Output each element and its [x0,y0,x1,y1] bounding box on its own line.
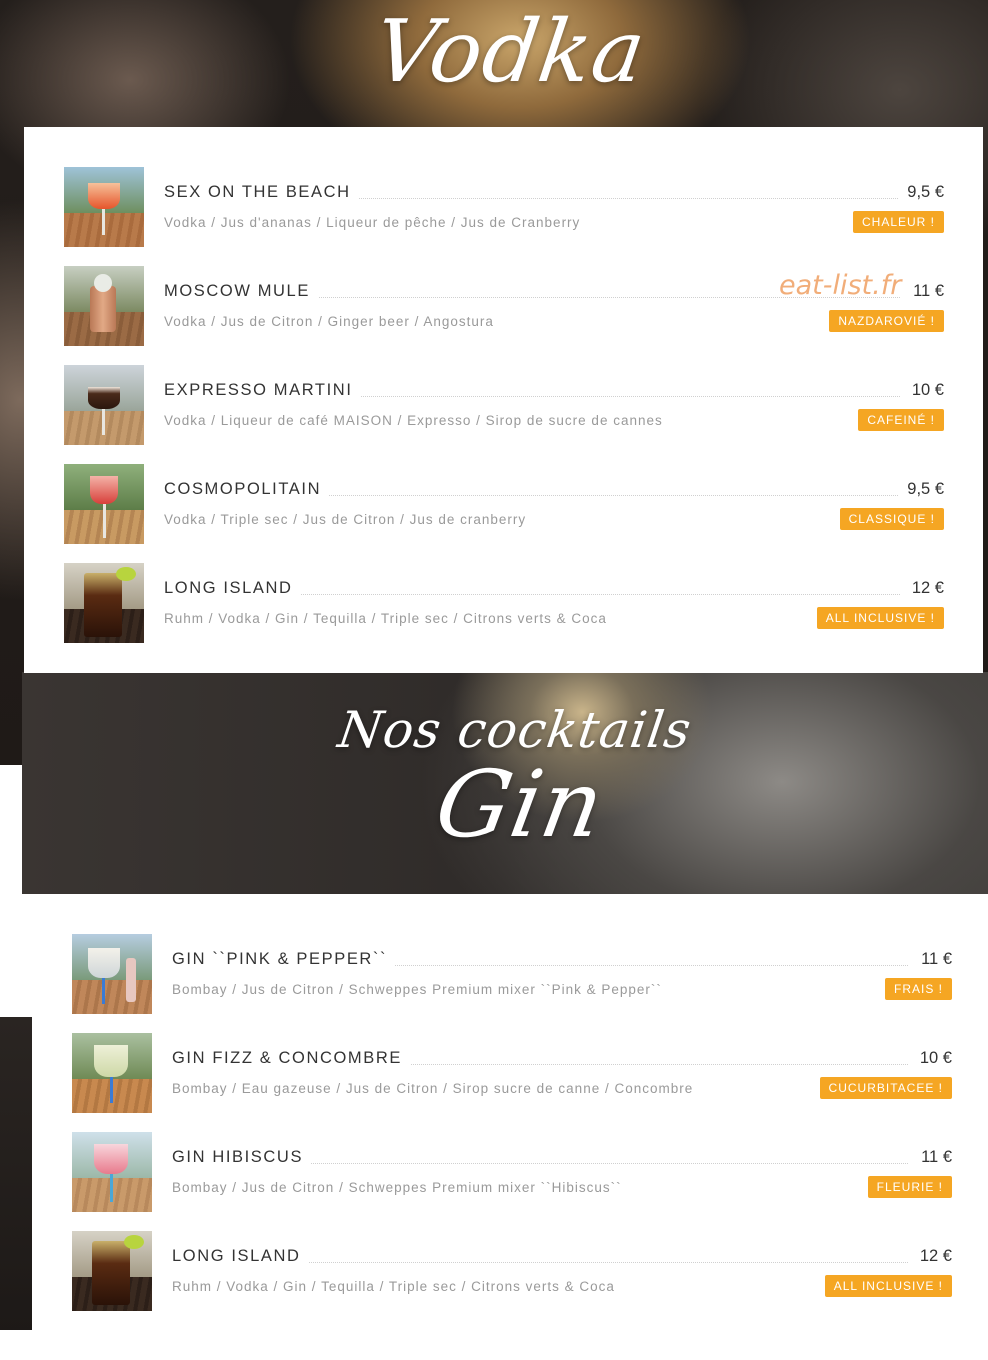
item-description: Ruhm / Vodka / Gin / Tequilla / Triple s… [164,611,607,626]
vodka-section-title: Vodka [368,2,652,102]
item-badge: FLEURIE ! [867,1176,952,1198]
item-price: 12 € [903,579,944,598]
item-price: 9,5 € [899,183,944,202]
item-description: Vodka / Jus de Citron / Ginger beer / An… [164,314,494,329]
cocktail-photo [64,365,144,445]
item-price: 10 € [911,1049,952,1068]
menu-item: LONG ISLAND 12 € Ruhm / Vodka / Gin / Te… [64,563,944,643]
cocktail-photo [72,934,152,1014]
item-badge: FRAIS ! [884,978,952,1000]
cocktail-photo [72,1231,152,1311]
item-name: LONG ISLAND [172,1247,309,1266]
item-price: 11 € [913,1148,952,1167]
item-badge: CUCURBITACEE ! [819,1077,952,1099]
item-badge: CAFEINÉ ! [858,409,944,431]
item-badge: ALL INCLUSIVE ! [816,607,944,629]
menu-item: LONG ISLAND 12 € Ruhm / Vodka / Gin / Te… [72,1231,952,1311]
cocktail-photo [72,1033,152,1113]
item-name: GIN ``PINK & PEPPER`` [172,950,396,969]
watermark: eat-list.fr [779,270,902,301]
item-name: EXPRESSO MARTINI [164,381,361,400]
item-badge: CLASSIQUE ! [839,508,944,530]
page-gutter [0,765,22,1017]
item-description: Bombay / Eau gazeuse / Jus de Citron / S… [172,1081,694,1096]
item-price: 9,5 € [899,480,944,499]
vodka-menu-card: SEX ON THE BEACH 9,5 € Vodka / Jus d'ana… [24,127,983,673]
item-price: 10 € [903,381,944,400]
item-name: SEX ON THE BEACH [164,183,359,202]
gin-menu-card: GIN ``PINK & PEPPER`` 11 € Bombay / Jus … [32,894,988,1360]
cocktail-photo [64,464,144,544]
item-name: MOSCOW MULE [164,282,318,301]
item-badge: NAZDAROVIÉ ! [829,310,944,332]
page-gutter-bottom [0,1330,32,1360]
item-name: GIN FIZZ & CONCOMBRE [172,1049,410,1068]
item-badge: ALL INCLUSIVE ! [824,1275,952,1297]
item-price: 11 € [913,950,952,969]
cocktail-photo [64,167,144,247]
item-name: COSMOPOLITAIN [164,480,330,499]
item-name: GIN HIBISCUS [172,1148,312,1167]
item-badge: CHALEUR ! [852,211,944,233]
item-price: 11 € [905,282,944,301]
item-description: Vodka / Liqueur de café MAISON / Express… [164,413,663,428]
cocktail-photo [64,266,144,346]
item-name: LONG ISLAND [164,579,301,598]
item-description: Ruhm / Vodka / Gin / Tequilla / Triple s… [172,1279,615,1294]
menu-item: GIN ``PINK & PEPPER`` 11 € Bombay / Jus … [72,934,952,1014]
menu-item: EXPRESSO MARTINI 10 € Vodka / Liqueur de… [64,365,944,445]
gin-section-title: Gin [428,751,613,858]
menu-item: COSMOPOLITAIN 9,5 € Vodka / Triple sec /… [64,464,944,544]
menu-item: SEX ON THE BEACH 9,5 € Vodka / Jus d'ana… [64,167,944,247]
item-description: Vodka / Jus d'ananas / Liqueur de pêche … [164,215,581,230]
cocktail-photo [64,563,144,643]
item-price: 12 € [911,1247,952,1266]
item-description: Bombay / Jus de Citron / Schweppes Premi… [172,1180,622,1195]
menu-item: GIN HIBISCUS 11 € Bombay / Jus de Citron… [72,1132,952,1212]
item-description: Vodka / Triple sec / Jus de Citron / Jus… [164,512,527,527]
left-background-strip [0,1017,32,1360]
item-description: Bombay / Jus de Citron / Schweppes Premi… [172,982,662,997]
menu-item: GIN FIZZ & CONCOMBRE 10 € Bombay / Eau g… [72,1033,952,1113]
cocktail-photo [72,1132,152,1212]
